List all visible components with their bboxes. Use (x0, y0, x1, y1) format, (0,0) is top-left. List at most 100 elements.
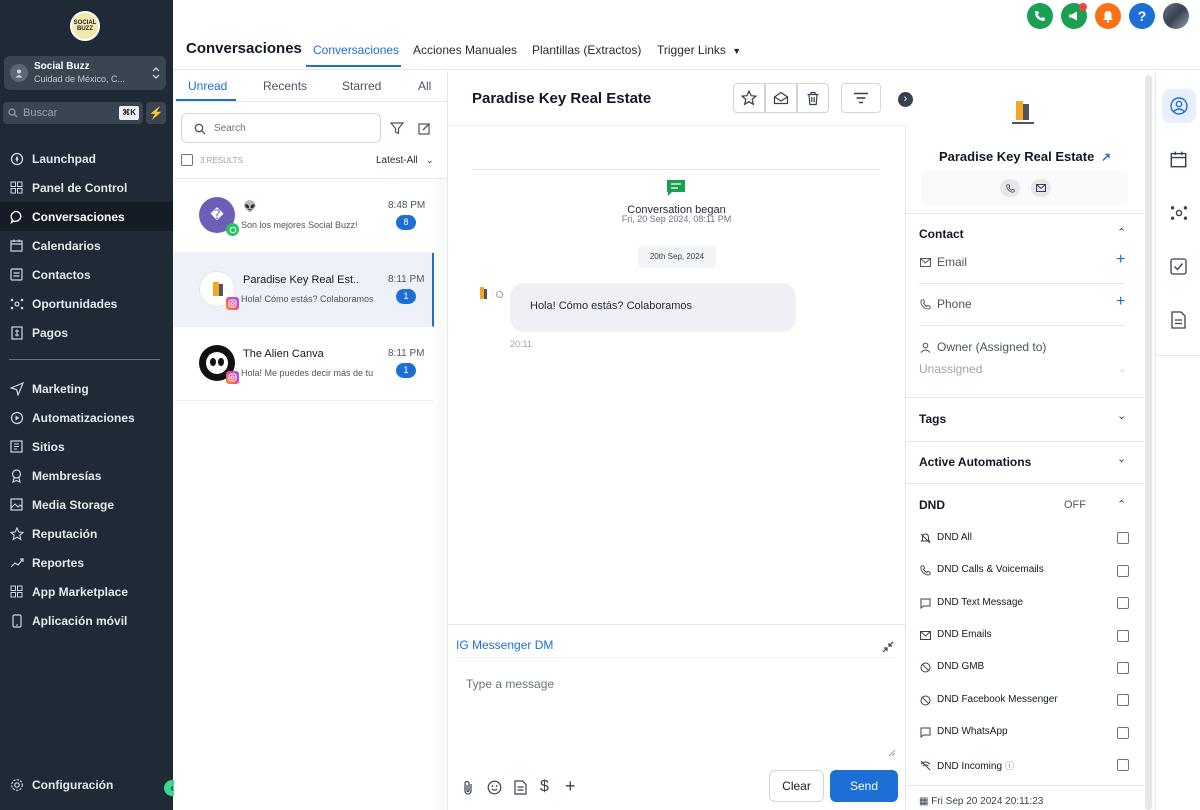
help-icon[interactable]: ? (1129, 3, 1155, 29)
sidebar-item-configuracion[interactable]: Configuración (0, 770, 173, 799)
footer-date: ▦ Fri Sep 20 2024 20:11:23 (919, 796, 1043, 807)
email-button[interactable] (1031, 179, 1051, 197)
add-phone-plus-icon[interactable]: + (1116, 293, 1125, 311)
dnd-section-header[interactable]: DND (919, 498, 945, 512)
channel-selector[interactable]: IG Messenger DM (456, 638, 553, 652)
conversation-row[interactable]: The Alien Canva Hola! Me puedes decir má… (174, 327, 434, 401)
phone-call-icon[interactable] (1027, 3, 1053, 29)
dnd-emails-checkbox[interactable] (1117, 630, 1129, 642)
sidebar-item-label: Sitios (32, 439, 65, 454)
dnd-item: DND Incoming ⓘ (937, 759, 1014, 772)
sidebar-item-calendarios[interactable]: Calendarios (0, 231, 173, 260)
call-button[interactable] (1000, 179, 1020, 197)
payment-dollar-icon[interactable]: $ (540, 778, 549, 796)
info-icon[interactable]: ⓘ (1005, 761, 1014, 771)
opportunities-icon[interactable] (1170, 204, 1188, 222)
mark-unread-button[interactable] (765, 83, 797, 113)
search-icon (194, 123, 206, 135)
collapse-composer-icon[interactable] (882, 641, 894, 653)
filter-icon[interactable] (390, 122, 404, 135)
dnd-incoming-checkbox[interactable] (1117, 759, 1129, 771)
add-email-plus-icon[interactable]: + (1116, 251, 1125, 269)
calendar-icon[interactable] (1170, 151, 1187, 168)
brand-logo[interactable]: SOCIAL BUZZ (70, 11, 100, 41)
star-button[interactable] (733, 83, 765, 113)
clear-button[interactable]: Clear (769, 770, 824, 802)
dnd-facebook-checkbox[interactable] (1117, 694, 1129, 706)
tab-plantillas[interactable]: Plantillas (Extractos) (532, 43, 641, 57)
chevron-up-icon[interactable]: ⌃ (1117, 498, 1126, 511)
tab-active-indicator (306, 65, 401, 67)
sidebar-item-reportes[interactable]: Reportes (0, 548, 173, 577)
sidebar-item-launchpad[interactable]: Launchpad (0, 144, 173, 173)
toggle-details-button[interactable]: › (898, 92, 913, 107)
list-scrollbar[interactable] (436, 179, 447, 810)
task-checkbox-icon[interactable] (1170, 258, 1187, 275)
composer-divider (456, 657, 897, 658)
automations-section-header[interactable]: Active Automations (919, 455, 1031, 469)
contact-section-header[interactable]: Contact (919, 227, 964, 241)
chevron-down-icon[interactable]: ⌄ (1117, 452, 1126, 465)
channel-indicator-icon (496, 291, 503, 298)
dnd-calls-checkbox[interactable] (1117, 565, 1129, 577)
chevron-up-icon[interactable]: ⌃ (1117, 226, 1126, 239)
notes-icon[interactable] (1171, 311, 1186, 329)
dnd-item: DND Calls & Voicemails (937, 564, 1044, 575)
paperclip-icon[interactable] (462, 780, 474, 796)
resize-handle-icon[interactable] (888, 749, 896, 757)
tab-acciones-manuales[interactable]: Acciones Manuales (413, 43, 517, 57)
detail-scrollbar[interactable] (1145, 75, 1152, 810)
plus-icon[interactable]: + (565, 776, 576, 797)
tab-trigger-links[interactable]: Trigger Links ▼ (657, 43, 741, 57)
sidebar-item-sitios[interactable]: Sitios (0, 432, 173, 461)
sidebar-item-pagos[interactable]: Pagos (0, 318, 173, 347)
tab-recents[interactable]: Recents (263, 79, 307, 93)
megaphone-icon[interactable] (1061, 3, 1087, 29)
bell-icon[interactable] (1095, 3, 1121, 29)
compose-icon[interactable] (418, 122, 431, 135)
filter-messages-button[interactable] (841, 83, 881, 113)
tab-unread[interactable]: Unread (188, 79, 227, 93)
conversation-row[interactable]: � 👽 Son los mejores Social Buzz! 8:48 PM… (174, 179, 434, 253)
sidebar-search[interactable]: Buscar ⌘K (3, 102, 143, 124)
conversation-row[interactable]: Paradise Key Real Est.. Hola! Cómo estás… (174, 253, 434, 327)
sidebar-item-aplicacion-movil[interactable]: Aplicación móvil (0, 606, 173, 635)
select-all-checkbox[interactable] (181, 154, 193, 166)
sidebar-item-reputacion[interactable]: Reputación (0, 519, 173, 548)
sidebar-item-marketing[interactable]: Marketing (0, 374, 173, 403)
sidebar-item-conversaciones[interactable]: Conversaciones (0, 202, 173, 231)
message-input[interactable]: Type a message (466, 677, 554, 691)
sidebar-item-oportunidades[interactable]: Oportunidades (0, 289, 173, 318)
dnd-gmb-checkbox[interactable] (1117, 662, 1129, 674)
dnd-whatsapp-checkbox[interactable] (1117, 727, 1129, 739)
message-icon (919, 597, 932, 610)
sidebar-item-media-storage[interactable]: Media Storage (0, 490, 173, 519)
top-bar: Conversaciones Conversaciones Acciones M… (173, 0, 1200, 70)
delete-button[interactable] (797, 83, 829, 113)
sidebar-item-membresias[interactable]: Membresías (0, 461, 173, 490)
sidebar-item-panel-de-control[interactable]: Panel de Control (0, 173, 173, 202)
template-icon[interactable] (514, 780, 527, 795)
notification-dot (1079, 3, 1087, 11)
sidebar-item-contactos[interactable]: Contactos (0, 260, 173, 289)
tab-conversaciones[interactable]: Conversaciones (313, 43, 399, 57)
tab-all[interactable]: All (418, 79, 431, 93)
tab-starred[interactable]: Starred (342, 79, 381, 93)
owner-select[interactable]: Unassigned ⌄ (919, 362, 1129, 382)
conversation-search-input[interactable]: Search (181, 113, 381, 143)
dnd-state: OFF (1064, 499, 1086, 511)
contact-name-link[interactable]: Paradise Key Real Estate ↗ (906, 149, 1144, 164)
sidebar-item-app-marketplace[interactable]: App Marketplace (0, 577, 173, 606)
dnd-text-checkbox[interactable] (1117, 597, 1129, 609)
chevron-down-icon[interactable]: ⌄ (1117, 409, 1126, 422)
dnd-all-checkbox[interactable] (1117, 532, 1129, 544)
sidebar-item-automatizaciones[interactable]: Automatizaciones (0, 403, 173, 432)
user-avatar[interactable] (1163, 3, 1189, 29)
contact-profile-tab[interactable] (1162, 89, 1196, 123)
send-button[interactable]: Send (830, 770, 898, 802)
tags-section-header[interactable]: Tags (919, 412, 946, 426)
quick-action-bolt-icon[interactable]: ⚡ (146, 102, 166, 124)
emoji-icon[interactable] (487, 780, 502, 795)
sort-dropdown[interactable]: Latest-All ⌄ (376, 155, 434, 166)
account-switcher[interactable]: Social Buzz Cuidad de México, C... (4, 56, 166, 90)
